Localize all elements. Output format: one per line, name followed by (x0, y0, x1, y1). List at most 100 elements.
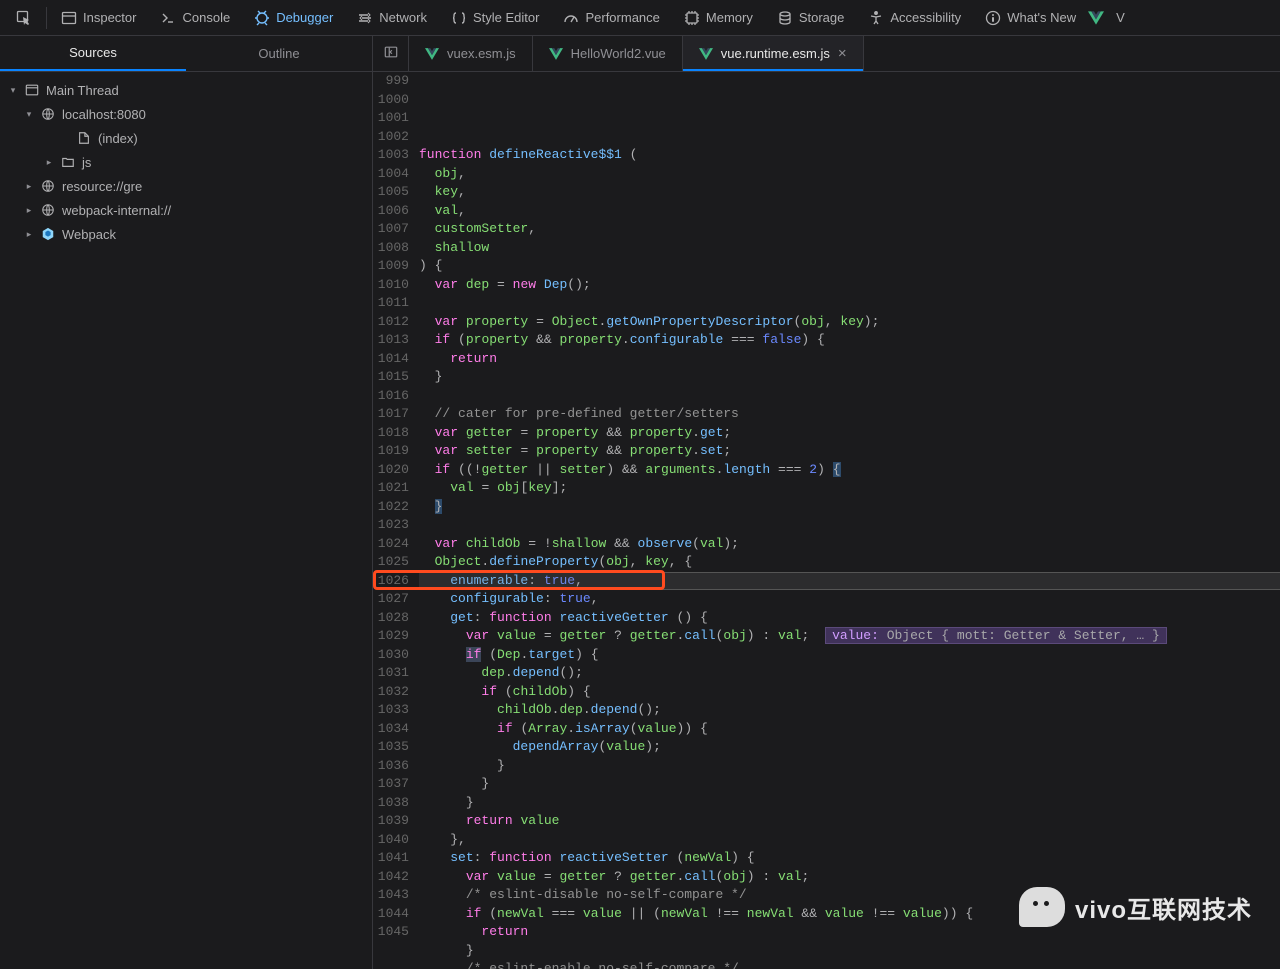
tree-item-label: localhost:8080 (62, 107, 146, 122)
code-line[interactable]: if (property && property.configurable ==… (419, 331, 1280, 350)
code-line[interactable]: if ((!getter || setter) && arguments.len… (419, 461, 1280, 480)
code-line[interactable]: return value (419, 812, 1280, 831)
code-line[interactable]: // cater for pre-defined getter/setters (419, 405, 1280, 424)
code-line[interactable]: dep.depend(); (419, 664, 1280, 683)
toolbar-network[interactable]: Network (345, 4, 439, 32)
code-line[interactable]: childOb.dep.depend(); (419, 701, 1280, 720)
code-line[interactable]: } (419, 498, 1280, 517)
code-line[interactable]: var getter = property && property.get; (419, 424, 1280, 443)
toolbar-label: Debugger (276, 10, 333, 25)
code-line[interactable]: /* eslint-disable no-self-compare */ (419, 886, 1280, 905)
code-line[interactable]: }, (419, 831, 1280, 850)
code-line[interactable]: ) { (419, 257, 1280, 276)
code-line[interactable]: return (419, 350, 1280, 369)
window-icon (24, 82, 40, 98)
code-line[interactable]: var setter = property && property.set; (419, 442, 1280, 461)
tree-item[interactable]: ▸ webpack-internal:// (0, 198, 372, 222)
storage-icon (777, 10, 793, 26)
code-line[interactable] (419, 387, 1280, 406)
toolbar-performance[interactable]: Performance (551, 4, 671, 32)
tree-toggle-icon[interactable]: ▾ (24, 109, 34, 120)
tree-toggle-icon[interactable]: ▸ (24, 181, 34, 192)
toolbar-label: Network (379, 10, 427, 25)
file-tab[interactable]: vue.runtime.esm.js × (683, 36, 864, 71)
tab-sources[interactable]: Sources (0, 36, 186, 71)
tree-item[interactable]: ▸Webpack (0, 222, 372, 246)
code-line[interactable]: } (419, 794, 1280, 813)
file-tab-label: vue.runtime.esm.js (721, 46, 830, 61)
toolbar-label: Style Editor (473, 10, 539, 25)
tab-outline[interactable]: Outline (186, 36, 372, 71)
code-line[interactable]: if (childOb) { (419, 683, 1280, 702)
code-line[interactable]: if (Dep.target) { (419, 646, 1280, 665)
code-line[interactable]: function defineReactive$$1 ( (419, 146, 1280, 165)
code-line[interactable]: enumerable: true, (419, 572, 1280, 591)
console-icon (160, 10, 176, 26)
pick-element-button[interactable] (4, 4, 44, 32)
code-line[interactable]: var value = getter ? getter.call(obj) : … (419, 868, 1280, 887)
code-line[interactable]: } (419, 757, 1280, 776)
toolbar-style-editor[interactable]: Style Editor (439, 4, 551, 32)
code-line[interactable]: shallow (419, 239, 1280, 258)
code-line[interactable] (419, 516, 1280, 535)
code-line[interactable]: if (newVal === value || (newVal !== newV… (419, 905, 1280, 924)
code-line[interactable]: var property = Object.getOwnPropertyDesc… (419, 313, 1280, 332)
toolbar-accessibility[interactable]: Accessibility (856, 4, 973, 32)
editor-tabs: vuex.esm.jsHelloWorld2.vuevue.runtime.es… (373, 36, 1280, 72)
code-line[interactable]: if (Array.isArray(value)) { (419, 720, 1280, 739)
toolbar-label: Accessibility (890, 10, 961, 25)
tree-item[interactable]: (index) (0, 126, 372, 150)
toolbar-debugger[interactable]: Debugger (242, 4, 345, 32)
code-line[interactable]: obj, (419, 165, 1280, 184)
code-line[interactable]: } (419, 368, 1280, 387)
code-line[interactable]: } (419, 942, 1280, 961)
tree-toggle-icon[interactable]: ▸ (44, 157, 54, 168)
code-line[interactable]: var dep = new Dep(); (419, 276, 1280, 295)
toolbar-label: What's New (1007, 10, 1076, 25)
code-line[interactable]: val = obj[key]; (419, 479, 1280, 498)
code-line[interactable]: /* eslint-enable no-self-compare */ (419, 960, 1280, 969)
code-line[interactable] (419, 294, 1280, 313)
code-line[interactable]: } (419, 775, 1280, 794)
code-line[interactable]: val, (419, 202, 1280, 221)
tree-toggle-icon[interactable]: ▸ (24, 205, 34, 216)
file-tab[interactable]: vuex.esm.js (409, 36, 533, 71)
toggle-sidebar-button[interactable] (373, 36, 409, 71)
code-line[interactable]: return (419, 923, 1280, 942)
code-editor[interactable]: 9991000100110021003100410051006100710081… (373, 72, 1280, 969)
file-tab[interactable]: HelloWorld2.vue (533, 36, 683, 71)
code-line[interactable]: configurable: true, (419, 590, 1280, 609)
toolbar-label: Console (182, 10, 230, 25)
tree-item[interactable]: ▾ Main Thread (0, 78, 372, 102)
toolbar-label: Performance (585, 10, 659, 25)
code-line[interactable]: Object.defineProperty(obj, key, { (419, 553, 1280, 572)
code-line[interactable]: get: function reactiveGetter () { (419, 609, 1280, 628)
close-icon[interactable]: × (838, 45, 847, 62)
code-line[interactable]: set: function reactiveSetter (newVal) { (419, 849, 1280, 868)
network-icon (357, 10, 373, 26)
toolbar-storage[interactable]: Storage (765, 4, 857, 32)
folder-icon (60, 154, 76, 170)
toolbar-console[interactable]: Console (148, 4, 242, 32)
toolbar-label: Storage (799, 10, 845, 25)
toolbar-inspector[interactable]: Inspector (49, 4, 148, 32)
toolbar-what-s-new[interactable]: What's New (973, 4, 1088, 32)
file-tab-label: vuex.esm.js (447, 46, 516, 61)
tree-item[interactable]: ▸resource://gre (0, 174, 372, 198)
debugger-icon (254, 10, 270, 26)
code-line[interactable]: customSetter, (419, 220, 1280, 239)
devtools-toolbar: Inspector Console Debugger Network Style Edi… (0, 0, 1280, 36)
tree-item[interactable]: ▸js (0, 150, 372, 174)
panel-collapse-icon (384, 45, 398, 62)
code-line[interactable]: dependArray(value); (419, 738, 1280, 757)
tree-toggle-icon[interactable]: ▾ (8, 85, 18, 96)
memory-icon (684, 10, 700, 26)
toolbar-memory[interactable]: Memory (672, 4, 765, 32)
tree-toggle-icon[interactable]: ▸ (24, 229, 34, 240)
tree-item-label: webpack-internal:// (62, 203, 171, 218)
code-line[interactable]: var value = getter ? getter.call(obj) : … (419, 627, 1280, 646)
code-line[interactable]: var childOb = !shallow && observe(val); (419, 535, 1280, 554)
tree-item[interactable]: ▾ localhost:8080 (0, 102, 372, 126)
code-line[interactable]: key, (419, 183, 1280, 202)
tree-item-label: Main Thread (46, 83, 119, 98)
